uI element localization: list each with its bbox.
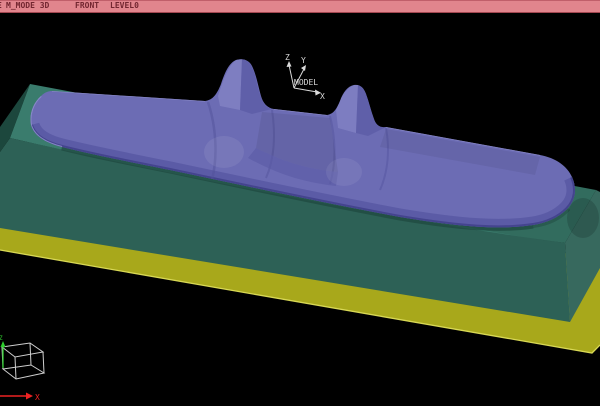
application-window: Z Y X MODEL Z X E M_MODE 3D FRONT LEVEL0 (0, 0, 600, 406)
fin-right-skirt-highlight (326, 158, 362, 186)
right-end-soft-shadow (567, 198, 599, 238)
triad-z-label: Z (285, 53, 290, 62)
viewport-3d[interactable]: Z Y X MODEL Z X (0, 0, 600, 406)
status-view-label: FRONT (75, 1, 99, 11)
status-layer-label: LEVEL0 (110, 1, 139, 11)
origin-up-label: Z (0, 335, 3, 342)
fin-left-skirt-highlight (204, 136, 244, 168)
status-bar-clipped-fragment: E (0, 1, 2, 11)
status-bar: E M_MODE 3D FRONT LEVEL0 (0, 0, 600, 13)
triad-caption: MODEL (294, 78, 318, 87)
origin-x-label: X (35, 393, 40, 402)
triad-y-label: Y (301, 56, 306, 65)
status-bar-text: E M_MODE 3D FRONT LEVEL0 (0, 1, 600, 12)
status-mode-label: M_MODE 3D (6, 1, 49, 11)
triad-x-label: X (320, 92, 325, 101)
